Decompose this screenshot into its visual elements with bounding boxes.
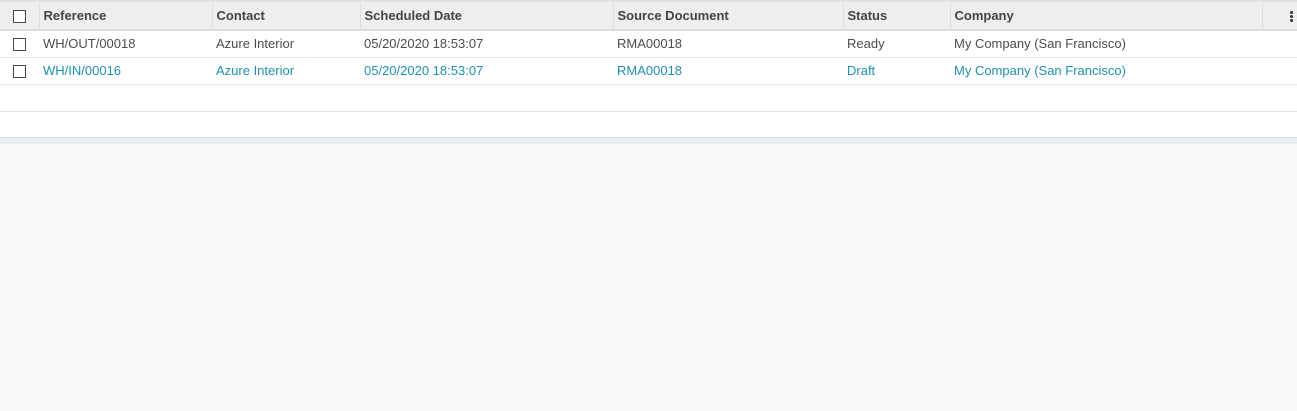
- row-select-cell[interactable]: [0, 30, 39, 58]
- cell-reference[interactable]: WH/IN/00016: [39, 57, 212, 85]
- table-header-row: Reference Contact Scheduled Date Source …: [0, 2, 1297, 31]
- cell-status[interactable]: Draft: [843, 57, 950, 85]
- empty-cell: [0, 111, 1297, 139]
- column-header-reference[interactable]: Reference: [38, 2, 212, 31]
- empty-row: [0, 111, 1297, 139]
- cell-company[interactable]: My Company (San Francisco): [950, 30, 1262, 58]
- transfers-table: Reference Contact Scheduled Date Source …: [0, 2, 1297, 139]
- column-header-scheduled-date[interactable]: Scheduled Date: [359, 2, 613, 31]
- empty-row: [0, 84, 1297, 112]
- select-all-checkbox[interactable]: [12, 10, 26, 24]
- cell-empty: [1262, 57, 1297, 85]
- cell-source-document[interactable]: RMA00018: [613, 30, 843, 58]
- cell-scheduled-date[interactable]: 05/20/2020 18:53:07: [360, 30, 613, 58]
- table-row[interactable]: WH/IN/00016 Azure Interior 05/20/2020 18…: [0, 57, 1297, 85]
- column-header-company[interactable]: Company: [949, 2, 1262, 31]
- row-checkbox[interactable]: [13, 65, 26, 79]
- cell-contact[interactable]: Azure Interior: [212, 30, 360, 58]
- kebab-menu-icon[interactable]: [1290, 10, 1293, 23]
- empty-cell: [0, 84, 1297, 112]
- row-checkbox[interactable]: [13, 38, 26, 52]
- cell-status[interactable]: Ready: [843, 30, 950, 58]
- cell-contact[interactable]: Azure Interior: [212, 57, 360, 85]
- cell-scheduled-date[interactable]: 05/20/2020 18:53:07: [360, 57, 613, 85]
- list-view: Reference Contact Scheduled Date Source …: [0, 0, 1297, 144]
- optional-columns-toggle[interactable]: [1261, 2, 1297, 31]
- cell-reference[interactable]: WH/OUT/00018: [39, 30, 212, 58]
- column-header-source-document[interactable]: Source Document: [612, 2, 843, 31]
- column-header-status[interactable]: Status: [842, 2, 950, 31]
- select-all-cell[interactable]: [0, 2, 39, 31]
- column-header-contact[interactable]: Contact: [211, 2, 360, 31]
- row-select-cell[interactable]: [0, 57, 39, 85]
- cell-source-document[interactable]: RMA00018: [613, 57, 843, 85]
- cell-empty: [1262, 30, 1297, 58]
- table-row[interactable]: WH/OUT/00018 Azure Interior 05/20/2020 1…: [0, 30, 1297, 58]
- cell-company[interactable]: My Company (San Francisco): [950, 57, 1262, 85]
- list-footer-band: [0, 137, 1297, 144]
